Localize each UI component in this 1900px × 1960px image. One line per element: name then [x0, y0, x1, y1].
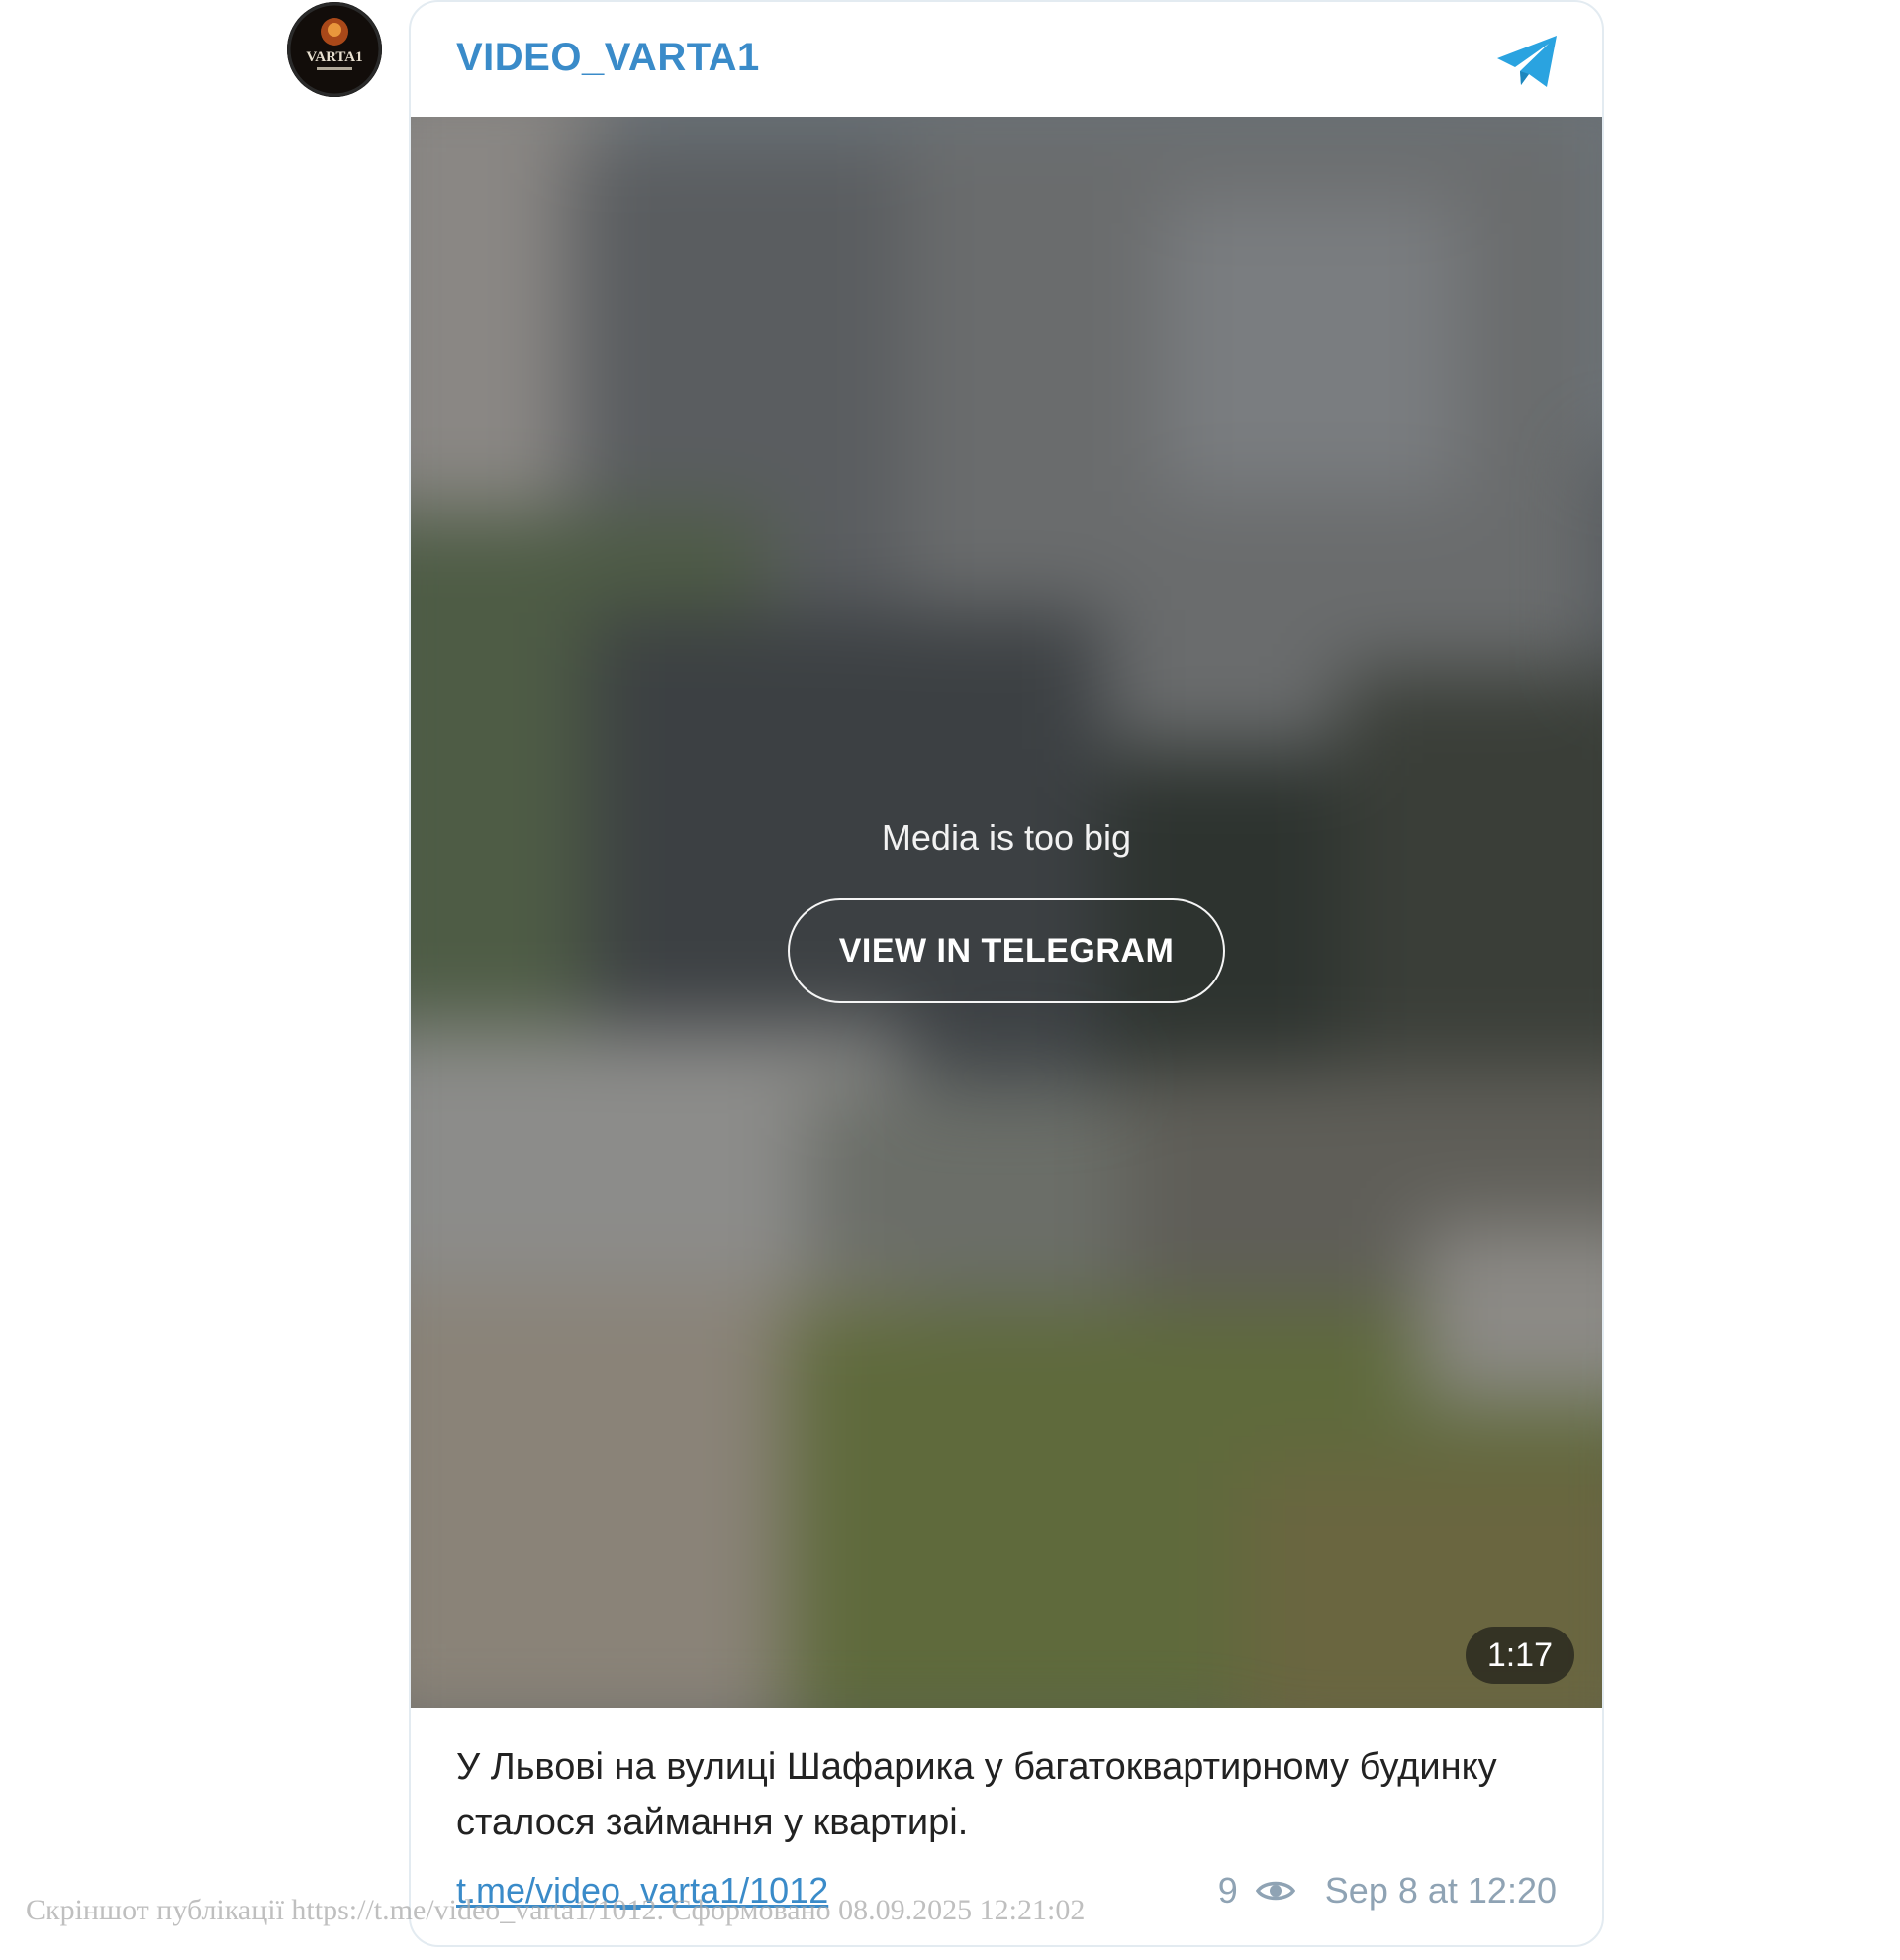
- channel-avatar[interactable]: VARTA1: [287, 2, 382, 97]
- post-header: VIDEO_VARTA1: [411, 2, 1602, 117]
- view-count: 9: [1217, 1870, 1238, 1911]
- screenshot-watermark: Скріншот публікації https://t.me/video_v…: [26, 1894, 1086, 1926]
- svg-text:VARTA1: VARTA1: [306, 49, 362, 65]
- media-too-big-message: Media is too big: [881, 817, 1132, 858]
- post-meta: 9 Sep 8 at 12:20: [1218, 1870, 1557, 1912]
- telegram-plane-icon[interactable]: [1493, 32, 1563, 93]
- telegram-post-card: VIDEO_VARTA1 Media is too big VIEW IN TE…: [409, 0, 1604, 1947]
- post-date[interactable]: Sep 8 at 12:20: [1325, 1870, 1557, 1912]
- eye-icon: [1255, 1881, 1295, 1901]
- view-in-telegram-button[interactable]: VIEW IN TELEGRAM: [788, 898, 1225, 1003]
- channel-name-link[interactable]: VIDEO_VARTA1: [456, 36, 760, 80]
- video-preview[interactable]: Media is too big VIEW IN TELEGRAM 1:17: [411, 117, 1602, 1708]
- post-caption: У Львові на вулиці Шафарика у багатоквар…: [456, 1746, 1497, 1843]
- avatar-logo-icon: VARTA1: [287, 2, 382, 97]
- video-duration-badge: 1:17: [1465, 1627, 1574, 1684]
